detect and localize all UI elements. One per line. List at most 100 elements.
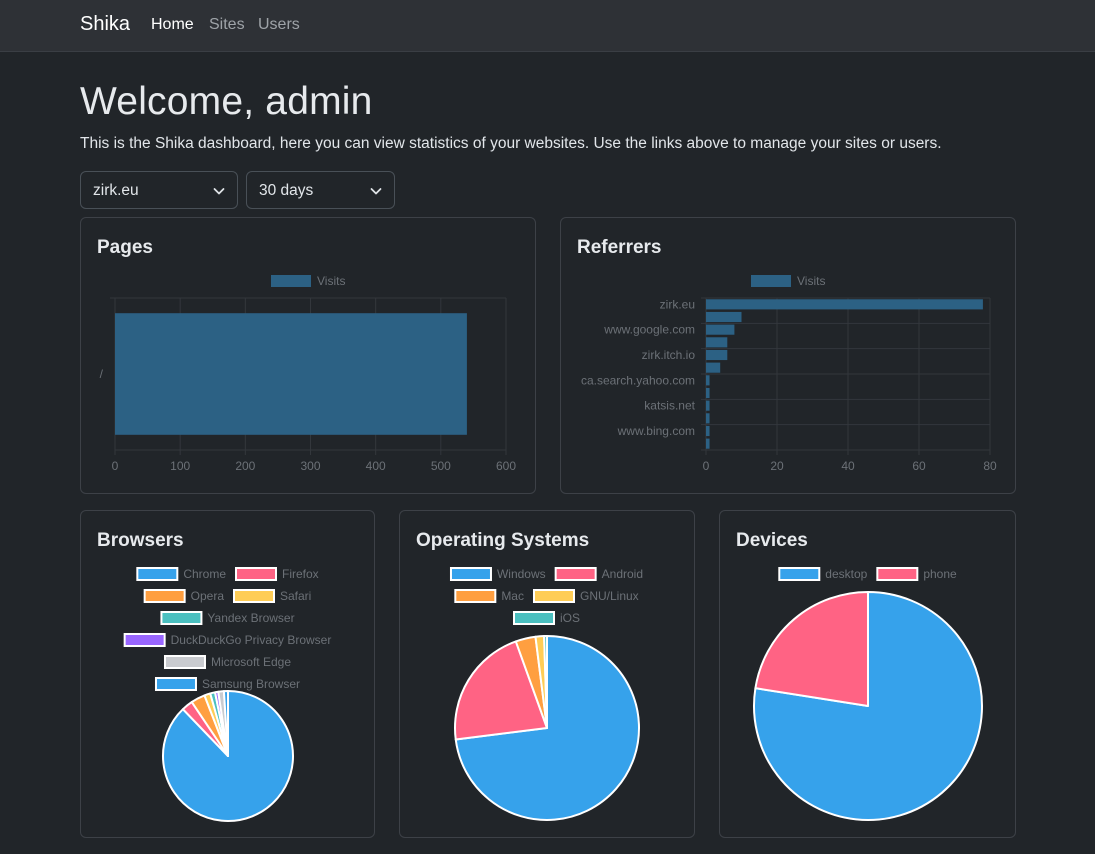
- bar: [706, 387, 710, 399]
- legend-swatch: [271, 275, 311, 287]
- legend-swatch: [876, 567, 919, 581]
- range-select-value: 30 days: [259, 182, 314, 199]
- legend-label: Android: [602, 567, 643, 581]
- nav-link-users[interactable]: Users: [258, 16, 300, 34]
- bar: [706, 299, 983, 310]
- legend-label: Visits: [797, 274, 825, 288]
- pie-slice: [754, 591, 869, 707]
- pages-card: Pages Visits 0 100 200 300 400 500 600/: [80, 217, 536, 494]
- chart-legend: Visits: [271, 274, 345, 288]
- legend-swatch: [163, 655, 206, 669]
- devices-card: Devices desktop phone: [719, 510, 1016, 838]
- legend-swatch: [235, 567, 278, 581]
- y-tick-label: www.google.com: [603, 323, 695, 337]
- referrers-chart: Visits 0 20 40 60 80 zirk.eu www.google.com zirk…: [581, 274, 997, 473]
- legend-label: GNU/Linux: [580, 589, 639, 603]
- bar: [115, 313, 467, 435]
- y-tick-label: katsis.net: [644, 399, 695, 413]
- chevron-down-icon: [370, 188, 382, 195]
- legend-item: GNU/Linux: [532, 589, 639, 603]
- legend-label: DuckDuckGo Privacy Browser: [171, 633, 332, 647]
- x-tick-label: 0: [112, 459, 119, 473]
- bar: [706, 375, 710, 386]
- legend-swatch: [512, 611, 555, 625]
- legend-item: Microsoft Edge: [163, 655, 291, 669]
- legend-item: iOS: [512, 611, 580, 625]
- legend-swatch: [454, 589, 497, 603]
- os-chart: Windows Android Mac GNU/LinuxiOS: [449, 567, 643, 821]
- bar: [706, 337, 728, 348]
- pages-chart: Visits 0 100 200 300 400 500 600 /: [100, 274, 517, 473]
- x-tick-label: 0: [703, 459, 710, 473]
- legend-item: Chrome: [136, 567, 226, 581]
- x-tick-label: 40: [841, 459, 855, 473]
- bar: [706, 349, 728, 361]
- legend-swatch: [160, 611, 203, 625]
- legend-swatch: [233, 589, 276, 603]
- navbar: Shika Home Sites Users: [0, 0, 1095, 52]
- legend-swatch: [449, 567, 492, 581]
- bar: [706, 425, 710, 437]
- x-tick-label: 200: [235, 459, 255, 473]
- chevron-down-icon: [213, 188, 225, 195]
- bar: [706, 324, 735, 335]
- chart-legend: Visits: [751, 274, 825, 288]
- legend-swatch: [532, 589, 575, 603]
- legend-label: Chrome: [183, 567, 226, 581]
- legend-item: DuckDuckGo Privacy Browser: [123, 633, 332, 647]
- y-tick-label: ca.search.yahoo.com: [581, 373, 695, 387]
- devices-chart: desktop phone: [753, 567, 983, 821]
- browsers-card: Browsers Chrome Firefox Opera Safari Yandex …: [80, 510, 375, 838]
- x-tick-label: 20: [770, 459, 784, 473]
- x-tick-label: 500: [431, 459, 451, 473]
- bar: [706, 438, 710, 449]
- bar: [706, 400, 710, 411]
- legend-label: desktop: [825, 567, 867, 581]
- legend-item: Safari: [233, 589, 311, 603]
- legend-swatch: [143, 589, 186, 603]
- page-description: This is the Shika dashboard, here you ca…: [80, 135, 942, 152]
- legend-item: Samsung Browser: [154, 677, 300, 691]
- site-select[interactable]: zirk.eu: [80, 171, 238, 209]
- legend-item: desktop: [778, 567, 868, 581]
- legend-swatch: [154, 677, 197, 691]
- legend-item: Opera: [143, 589, 225, 603]
- legend-label: Samsung Browser: [202, 677, 300, 691]
- legend-swatch: [554, 567, 597, 581]
- legend-item: Mac: [454, 589, 524, 603]
- legend-swatch: [778, 567, 821, 581]
- x-tick-label: 600: [496, 459, 516, 473]
- legend-item: phone: [876, 567, 957, 581]
- legend-label: Opera: [191, 589, 225, 603]
- site-select-value: zirk.eu: [93, 182, 139, 199]
- brand-logo[interactable]: Shika: [80, 13, 130, 36]
- legend-label: Mac: [501, 589, 524, 603]
- bar: [706, 413, 710, 424]
- legend-swatch: [136, 567, 179, 581]
- x-tick-label: 400: [366, 459, 386, 473]
- legend-label: phone: [923, 567, 957, 581]
- y-tick-label: www.bing.com: [617, 424, 695, 438]
- bar: [706, 362, 721, 373]
- legend-label: Yandex Browser: [207, 611, 294, 625]
- range-select[interactable]: 30 days: [246, 171, 395, 209]
- legend-label: Safari: [280, 589, 311, 603]
- nav-link-home[interactable]: Home: [151, 16, 194, 34]
- os-card: Operating Systems Windows Android Mac GNU/L…: [399, 510, 695, 838]
- legend-item: Firefox: [235, 567, 319, 581]
- x-tick-label: 60: [912, 459, 926, 473]
- legend-item: Android: [554, 567, 643, 581]
- legend-label: Firefox: [282, 567, 319, 581]
- y-tick-label: zirk.eu: [660, 297, 695, 311]
- legend-label: Windows: [497, 567, 546, 581]
- legend-swatch: [123, 633, 166, 647]
- x-tick-label: 100: [170, 459, 190, 473]
- nav-link-sites[interactable]: Sites: [209, 16, 245, 34]
- legend-swatch: [751, 275, 791, 287]
- y-tick-label: /: [100, 367, 104, 381]
- x-tick-label: 300: [300, 459, 320, 473]
- legend-label: Microsoft Edge: [211, 655, 291, 669]
- y-tick-label: zirk.itch.io: [642, 348, 696, 362]
- legend-label: Visits: [317, 274, 345, 288]
- x-tick-label: 80: [983, 459, 997, 473]
